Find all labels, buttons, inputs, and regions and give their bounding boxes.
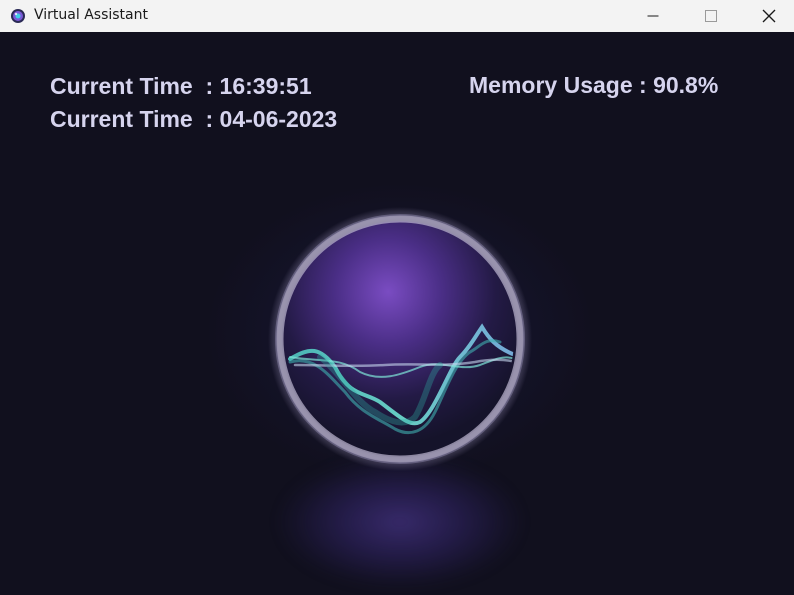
assistant-panel: Current Time : 16:39:51 Current Time : 0… (0, 32, 794, 595)
date-value: : 04-06-2023 (205, 106, 338, 132)
current-time-readout: Current Time : 16:39:51 (50, 73, 312, 100)
time-value: : 16:39:51 (205, 73, 312, 99)
maximize-button[interactable] (682, 0, 740, 32)
memory-value: : 90.8% (639, 72, 719, 98)
current-date-readout: Current Time : 04-06-2023 (50, 106, 337, 133)
maximize-icon (705, 10, 717, 22)
window-title: Virtual Assistant (34, 7, 148, 23)
title-bar[interactable]: Virtual Assistant (0, 0, 794, 32)
app-window: Virtual Assistant Current Time : 16:39:5… (0, 0, 794, 595)
voice-waveform-orb-icon[interactable] (260, 197, 540, 477)
close-button[interactable] (740, 0, 794, 32)
date-label: Current Time (50, 106, 193, 132)
time-label: Current Time (50, 73, 193, 99)
app-logo-icon (11, 9, 25, 23)
memory-label: Memory Usage (469, 72, 633, 98)
minimize-button[interactable] (624, 0, 682, 32)
memory-usage-readout: Memory Usage : 90.8% (469, 72, 718, 99)
minimize-icon (647, 15, 659, 17)
close-icon (762, 9, 776, 23)
